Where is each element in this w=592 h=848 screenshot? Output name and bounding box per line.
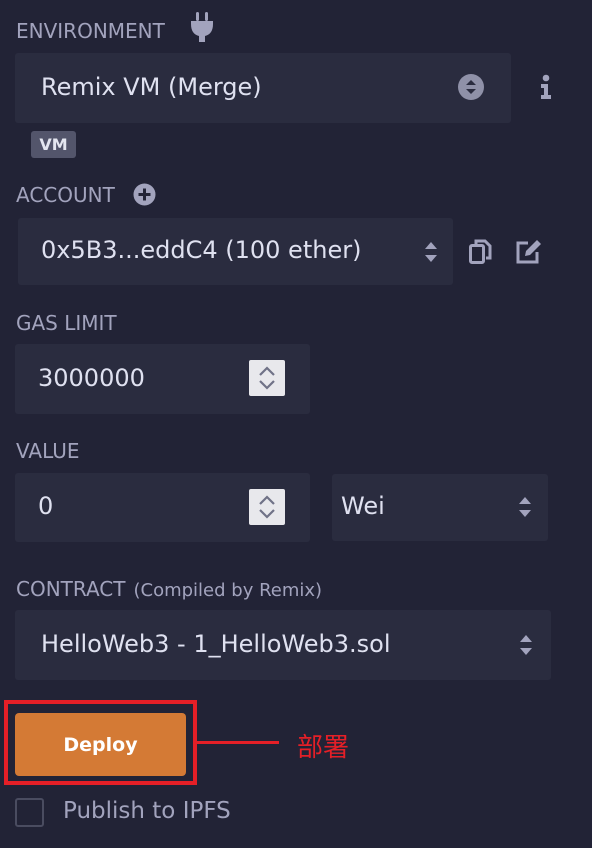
environment-label-text: ENVIRONMENT xyxy=(16,19,165,43)
gas-limit-value: 3000000 xyxy=(38,364,145,392)
copy-icon[interactable] xyxy=(469,239,493,265)
account-select-value: 0x5B3...eddC4 (100 ether) xyxy=(41,236,362,264)
gas-limit-input[interactable]: 3000000 xyxy=(15,344,310,414)
gas-limit-label: GAS LIMIT xyxy=(16,311,117,335)
gas-limit-stepper[interactable] xyxy=(249,360,285,396)
environment-label: ENVIRONMENT xyxy=(16,19,165,43)
environment-select-value: Remix VM (Merge) xyxy=(41,73,262,101)
chevron-up-icon[interactable] xyxy=(258,365,276,377)
plug-icon xyxy=(191,12,213,42)
value-unit: Wei xyxy=(341,492,385,520)
value-input[interactable]: 0 xyxy=(15,473,310,542)
value-stepper[interactable] xyxy=(249,489,285,525)
contract-label: CONTRACT (Compiled by Remix) xyxy=(16,577,322,601)
plus-circle-icon[interactable] xyxy=(133,183,156,206)
value-amount: 0 xyxy=(38,492,54,520)
gas-limit-label-text: GAS LIMIT xyxy=(16,311,117,335)
environment-select[interactable]: Remix VM (Merge) xyxy=(15,53,511,123)
deploy-highlight-frame xyxy=(4,700,197,785)
publish-ipfs-label[interactable]: Publish to IPFS xyxy=(63,798,231,824)
account-label: ACCOUNT xyxy=(16,183,115,207)
vm-badge: VM xyxy=(31,131,76,158)
sort-arrows-icon xyxy=(458,74,484,100)
info-icon[interactable] xyxy=(538,74,554,100)
deploy-annotation: 部署 xyxy=(297,733,350,763)
value-unit-select[interactable]: Wei xyxy=(332,474,548,541)
chevron-down-icon[interactable] xyxy=(258,508,276,520)
sort-arrows-icon xyxy=(425,242,437,262)
contract-sublabel: (Compiled by Remix) xyxy=(133,580,323,601)
publish-ipfs-checkbox[interactable] xyxy=(15,798,44,827)
account-label-text: ACCOUNT xyxy=(16,183,115,207)
chevron-up-icon[interactable] xyxy=(258,494,276,506)
contract-label-text: CONTRACT xyxy=(16,577,126,601)
edit-icon[interactable] xyxy=(515,239,543,265)
annotation-line xyxy=(197,741,279,744)
contract-select[interactable]: HelloWeb3 - 1_HelloWeb3.sol xyxy=(15,610,551,680)
value-label: VALUE xyxy=(16,439,80,463)
chevron-down-icon[interactable] xyxy=(258,379,276,391)
sort-arrows-icon xyxy=(519,497,531,517)
contract-select-value: HelloWeb3 - 1_HelloWeb3.sol xyxy=(41,630,391,658)
sort-arrows-icon xyxy=(520,635,532,655)
account-select[interactable]: 0x5B3...eddC4 (100 ether) xyxy=(18,218,453,285)
value-label-text: VALUE xyxy=(16,439,80,463)
